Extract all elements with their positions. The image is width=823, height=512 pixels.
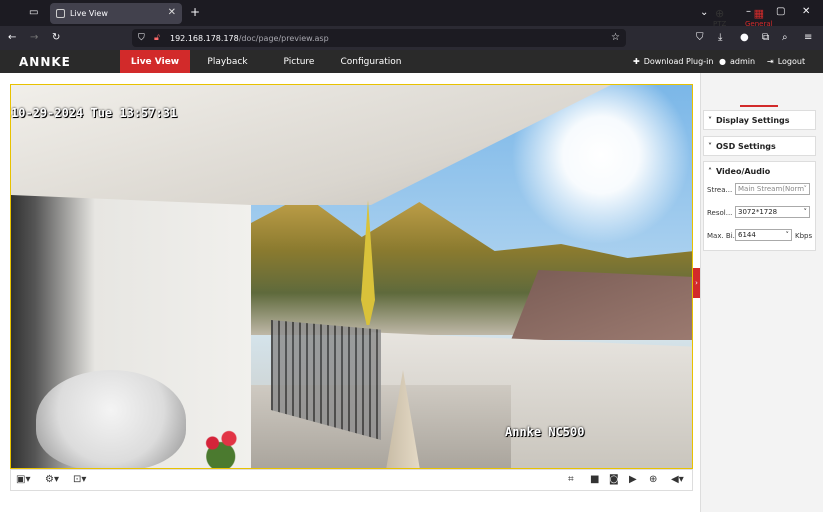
chevron-down-icon: ˅ bbox=[708, 115, 712, 125]
snapshot-icon[interactable]: ◙ bbox=[609, 474, 619, 486]
download-plugin-label: Download Plug-in bbox=[643, 57, 714, 66]
stream-value: Main Stream(Norm bbox=[738, 185, 805, 193]
user-icon: ● bbox=[719, 57, 726, 66]
osd-settings-label: OSD Settings bbox=[716, 141, 776, 151]
puzzle-icon: ✚ bbox=[633, 57, 640, 66]
nav-playback[interactable]: Playback bbox=[195, 50, 260, 73]
grid-icon: ▦ bbox=[753, 7, 764, 20]
reload-icon[interactable]: ↻ bbox=[52, 32, 60, 44]
stream-select[interactable]: Main Stream(Norm ˅ bbox=[735, 183, 810, 195]
chevron-down-icon: ˅ bbox=[803, 185, 808, 193]
scene-roof bbox=[511, 270, 692, 340]
tab-general[interactable]: ▦ General bbox=[745, 7, 773, 29]
bitrate-value: 6144 bbox=[738, 231, 756, 239]
collapse-panel-icon[interactable]: › bbox=[693, 268, 700, 298]
tab-general-label: General bbox=[745, 20, 773, 28]
osd-camera-name: Annke NC500 bbox=[505, 425, 585, 439]
nav-configuration[interactable]: Configuration bbox=[335, 50, 407, 73]
osd-settings-header[interactable]: ˅ OSD Settings bbox=[703, 136, 816, 156]
stream-label: Strea... bbox=[707, 186, 733, 194]
bookmark-star-icon[interactable]: ☆ bbox=[611, 32, 620, 44]
bitrate-select[interactable]: 6144 ˅ bbox=[735, 229, 792, 241]
user-menu[interactable]: ● admin bbox=[719, 50, 755, 73]
logout-label: Logout bbox=[777, 57, 806, 66]
url-host: 192.168.178.178 bbox=[170, 33, 239, 43]
extensions-icon[interactable]: ⧉ bbox=[762, 32, 769, 44]
username: admin bbox=[729, 57, 756, 66]
annke-logo: ANNKE bbox=[19, 55, 71, 69]
active-tab-underline bbox=[740, 105, 778, 107]
tab-ptz-label: PTZ bbox=[713, 20, 727, 28]
logout-icon: ⇥ bbox=[767, 57, 774, 66]
audio-icon[interactable]: ◀▾ bbox=[671, 474, 684, 486]
favicon-icon bbox=[56, 9, 65, 18]
back-icon[interactable]: ← bbox=[8, 32, 16, 44]
bitrate-unit: Kbps bbox=[795, 232, 813, 240]
chevron-up-icon[interactable]: ˄ bbox=[708, 167, 712, 176]
downloads-icon[interactable]: ⤓ bbox=[718, 32, 722, 44]
crop-icon[interactable]: ⌗ bbox=[568, 474, 574, 486]
browser-tab[interactable]: Live View ✕ bbox=[50, 3, 182, 24]
pocket-icon[interactable]: ⛉ bbox=[696, 32, 704, 44]
window-split-icon[interactable]: ⊡▾ bbox=[73, 474, 86, 486]
tab-title: Live View bbox=[70, 9, 108, 18]
live-video[interactable]: 10-29-2024 Tue 13:57:31 Annke NC500 bbox=[10, 84, 693, 469]
stop-icon[interactable]: ■ bbox=[590, 474, 599, 486]
chevron-down-icon: ˅ bbox=[708, 141, 712, 151]
tab-ptz[interactable]: ⊕ PTZ bbox=[713, 7, 727, 29]
resolution-select[interactable]: 3072*1728 ˅ bbox=[735, 206, 810, 218]
video-toolbar: ▣▾ ⚙▾ ⊡▾ ⌗ ■ ◙ ▶ ⊕ ◀▾ bbox=[10, 469, 693, 491]
video-audio-label: Video/Audio bbox=[716, 167, 771, 176]
zoom-icon[interactable]: ⊕ bbox=[649, 474, 657, 486]
address-bar[interactable]: ⛉ 🔓︎ 192.168.178.178/doc/page/preview.as… bbox=[132, 29, 626, 47]
ptz-icon: ⊕ bbox=[715, 7, 725, 20]
search-extension-icon[interactable]: ⌕ bbox=[782, 32, 788, 44]
menu-icon[interactable]: ≡ bbox=[804, 32, 812, 44]
logout-link[interactable]: ⇥ Logout bbox=[767, 50, 805, 73]
scene-flowers bbox=[196, 425, 251, 468]
maximize-icon[interactable]: ▢ bbox=[776, 6, 785, 18]
nav-live-view[interactable]: Live View bbox=[120, 50, 190, 73]
browser-tab-bar: ▭ Live View ✕ + ⌄ – ▢ ✕ bbox=[0, 0, 823, 26]
nav-picture[interactable]: Picture bbox=[268, 50, 330, 73]
new-tab-icon[interactable]: + bbox=[190, 6, 200, 18]
forward-icon[interactable]: → bbox=[30, 32, 38, 44]
display-settings-label: Display Settings bbox=[716, 115, 790, 125]
osd-datetime: 10-29-2024 Tue 13:57:31 bbox=[11, 106, 178, 120]
close-window-icon[interactable]: ✕ bbox=[802, 6, 810, 18]
list-tabs-icon[interactable]: ⌄ bbox=[700, 7, 708, 19]
navigation-toolbar: ← → ↻ ⛉ 🔓︎ 192.168.178.178/doc/page/prev… bbox=[0, 26, 823, 50]
insecure-lock-icon: 🔓︎ bbox=[154, 33, 160, 43]
close-tab-icon[interactable]: ✕ bbox=[168, 7, 176, 18]
account-icon[interactable]: ● bbox=[740, 32, 749, 44]
scene-hanging-chair bbox=[36, 370, 186, 468]
download-plugin-link[interactable]: ✚ Download Plug-in bbox=[633, 50, 713, 73]
chevron-down-icon: ˅ bbox=[785, 231, 790, 239]
record-icon[interactable]: ▶ bbox=[629, 474, 637, 486]
resolution-value: 3072*1728 bbox=[738, 208, 778, 216]
display-settings-header[interactable]: ˅ Display Settings bbox=[703, 110, 816, 130]
shield-icon: ⛉ bbox=[138, 33, 145, 43]
resolution-label: Resol... bbox=[707, 209, 733, 217]
url-path: /doc/page/preview.asp bbox=[238, 33, 329, 43]
app-header: ANNKE Live View Playback Picture Configu… bbox=[0, 50, 823, 73]
chevron-down-icon: ˅ bbox=[803, 208, 808, 216]
stream-type-icon[interactable]: ⚙▾ bbox=[45, 474, 59, 486]
aspect-ratio-icon[interactable]: ▣▾ bbox=[16, 474, 30, 486]
tab-overview-icon[interactable]: ▭ bbox=[29, 7, 38, 19]
